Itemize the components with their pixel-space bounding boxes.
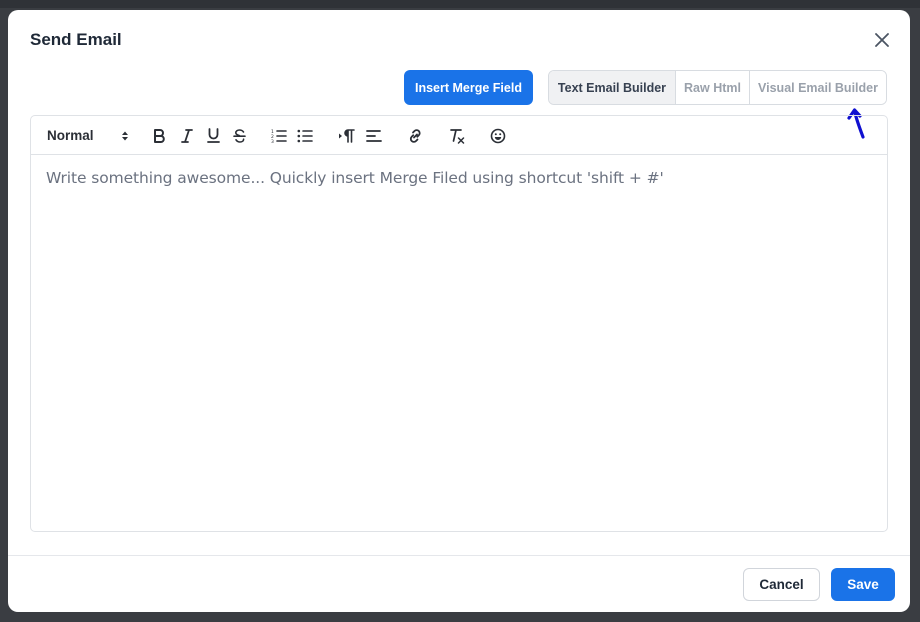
text-direction-icon [339,128,355,143]
ordered-list-icon: 1 2 3 [271,129,287,143]
bullet-list-button[interactable] [295,116,315,155]
tab-raw-html[interactable]: Raw Html [676,71,750,104]
bold-icon [154,128,165,143]
modal-title: Send Email [30,30,122,49]
insert-merge-field-button[interactable]: Insert Merge Field [404,70,533,105]
underline-button[interactable] [203,116,223,155]
strikethrough-icon [232,128,246,143]
editor-content-area[interactable]: Write something awesome... Quickly inser… [31,155,887,531]
ordered-list-button[interactable]: 1 2 3 [269,116,289,155]
strikethrough-button[interactable] [229,116,249,155]
cancel-button[interactable]: Cancel [743,568,820,601]
bullet-list-icon [297,129,313,142]
close-button[interactable] [872,30,892,50]
select-arrows-icon [122,131,128,140]
save-button[interactable]: Save [831,568,895,601]
send-email-modal: Send Email Insert Merge Field Text Email… [8,10,910,612]
svg-text:3: 3 [271,139,274,143]
emoji-icon [490,128,506,143]
text-format-value: Normal [47,128,94,143]
tab-visual-email-builder[interactable]: Visual Email Builder [750,71,886,104]
modal-backdrop [0,0,920,8]
italic-icon [181,128,193,143]
clear-format-icon [450,128,465,144]
editor-toolbar: Normal 1 2 3 [31,116,887,155]
link-button[interactable] [404,116,426,155]
tab-text-email-builder[interactable]: Text Email Builder [549,71,676,104]
text-direction-button[interactable] [336,116,358,155]
clear-format-button[interactable] [446,116,468,155]
close-icon [875,33,889,47]
email-builder-mode-tabs: Text Email Builder Raw Html Visual Email… [548,70,887,105]
bold-button[interactable] [149,116,169,155]
footer-divider [8,555,910,556]
link-icon [409,128,421,143]
editor-placeholder: Write something awesome... Quickly inser… [46,169,664,187]
emoji-button[interactable] [487,116,509,155]
text-format-select[interactable]: Normal [47,116,129,155]
align-button[interactable] [363,116,385,155]
align-icon [366,129,382,142]
italic-button[interactable] [177,116,197,155]
underline-icon [206,128,220,143]
rich-text-editor: Normal 1 2 3 Write something awesome... … [30,115,888,532]
